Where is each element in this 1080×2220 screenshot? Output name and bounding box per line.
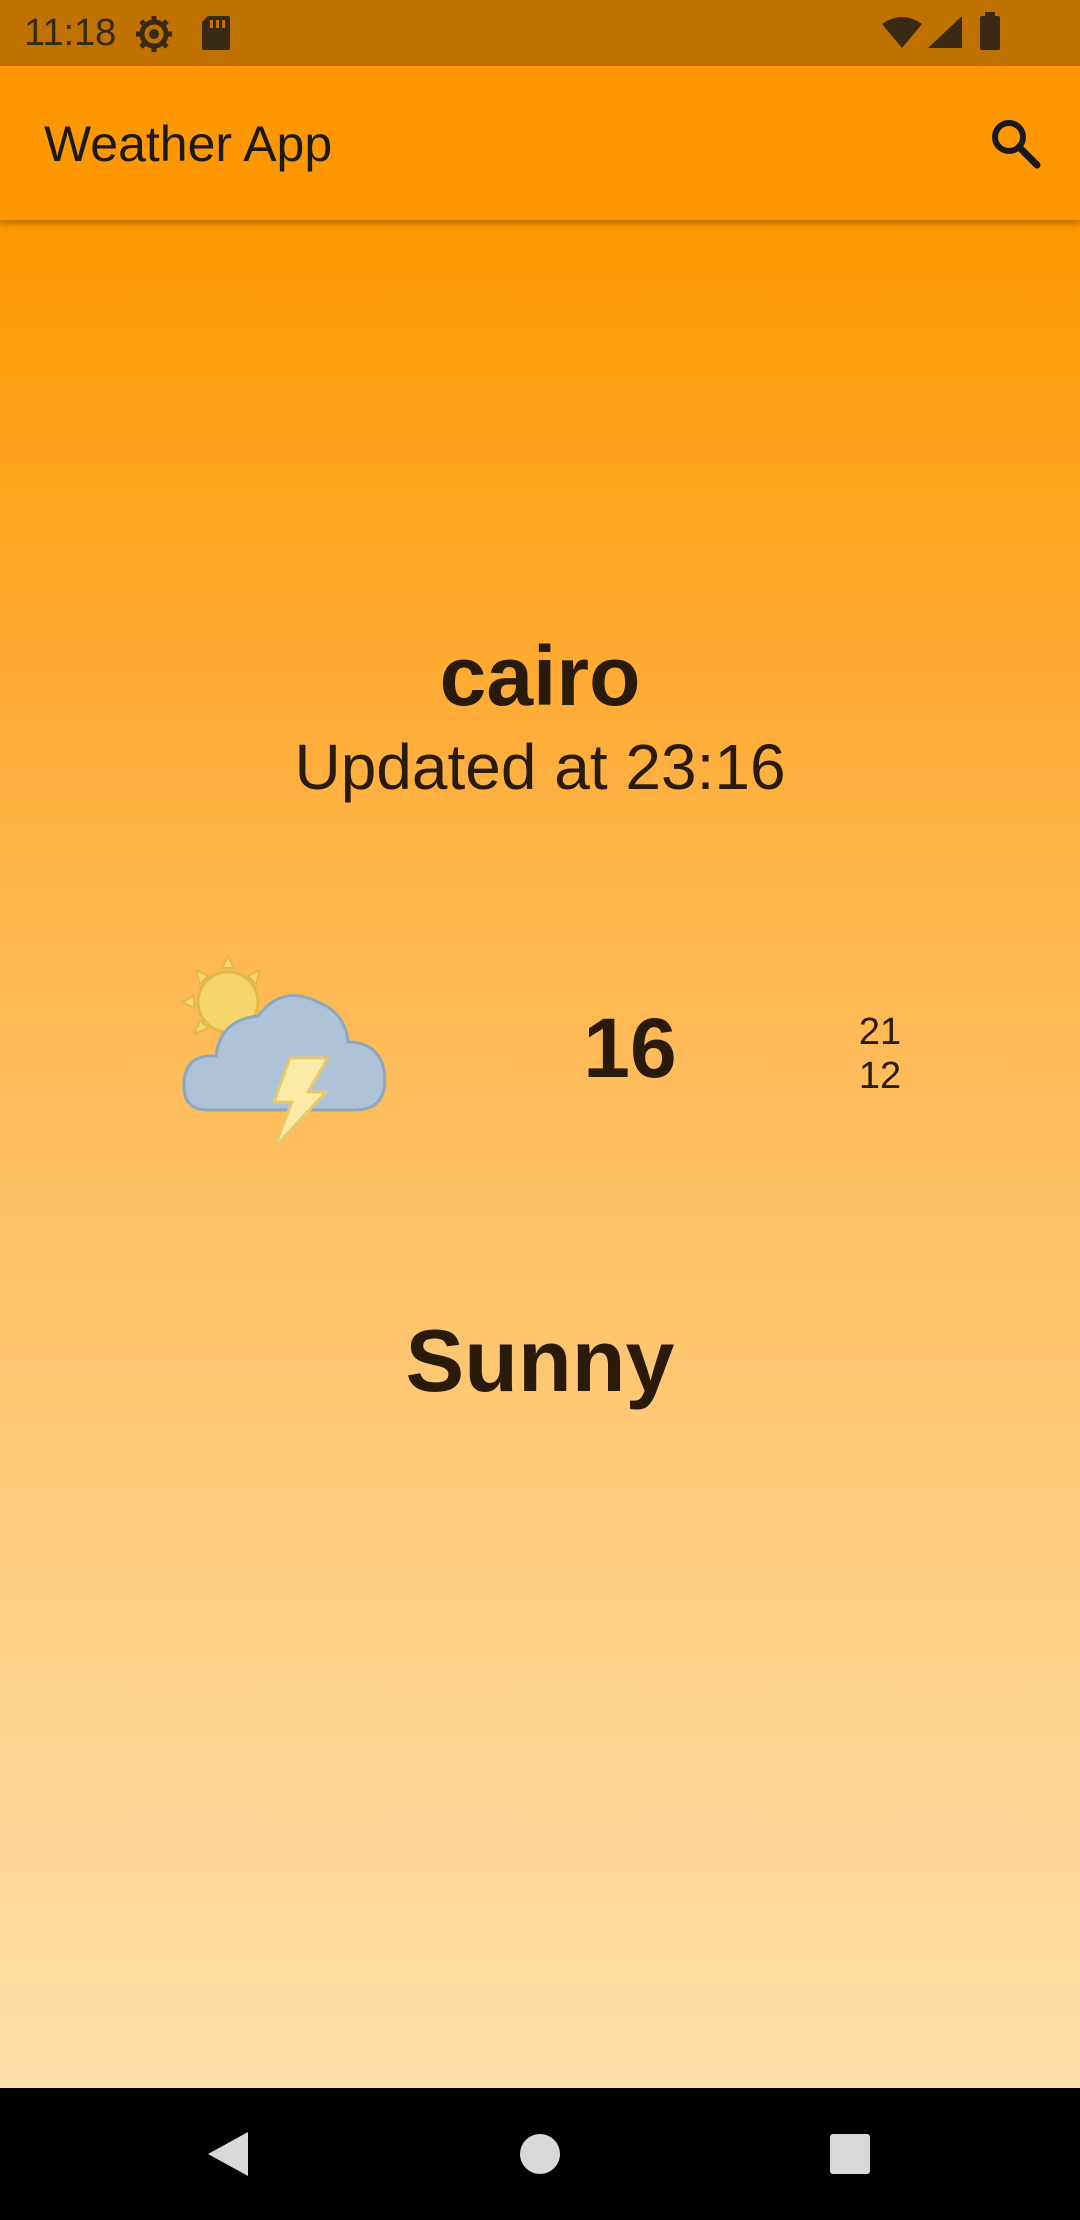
navigation-bar <box>0 2088 1080 2220</box>
current-temperature: 16 <box>583 1001 677 1095</box>
search-icon <box>992 120 1041 169</box>
recents-button[interactable] <box>820 2124 880 2184</box>
weather-condition: Sunny <box>405 1311 675 1410</box>
status-bar: 11:18 <box>0 0 1080 66</box>
status-time: 11:18 <box>24 12 117 54</box>
partly-cloudy-thunderstorm-icon <box>178 950 406 1150</box>
screen: 11:18 Weather App cairo Updated at 23:16… <box>0 0 1080 2220</box>
home-button[interactable] <box>510 2124 570 2184</box>
min-max-temperature: 21 12 <box>840 1010 920 1098</box>
search-button[interactable] <box>980 108 1050 178</box>
sd-card-icon <box>200 14 232 57</box>
wifi-icon <box>880 16 924 55</box>
gear-icon <box>134 14 174 59</box>
app-bar: Weather App <box>0 66 1080 220</box>
recents-icon <box>830 2134 870 2174</box>
battery-icon <box>978 12 1002 57</box>
back-icon <box>208 2132 248 2176</box>
app-title: Weather App <box>44 116 333 172</box>
updated-time: Updated at 23:16 <box>294 731 786 803</box>
weather-content: cairo Updated at 23:16 16 21 12 Sunny <box>0 220 1080 2088</box>
back-button[interactable] <box>198 2124 258 2184</box>
max-temperature: 21 <box>858 1011 902 1053</box>
city-name: cairo <box>439 629 641 723</box>
min-temperature: 12 <box>858 1055 902 1097</box>
home-icon <box>520 2134 560 2174</box>
signal-icon <box>926 14 964 55</box>
